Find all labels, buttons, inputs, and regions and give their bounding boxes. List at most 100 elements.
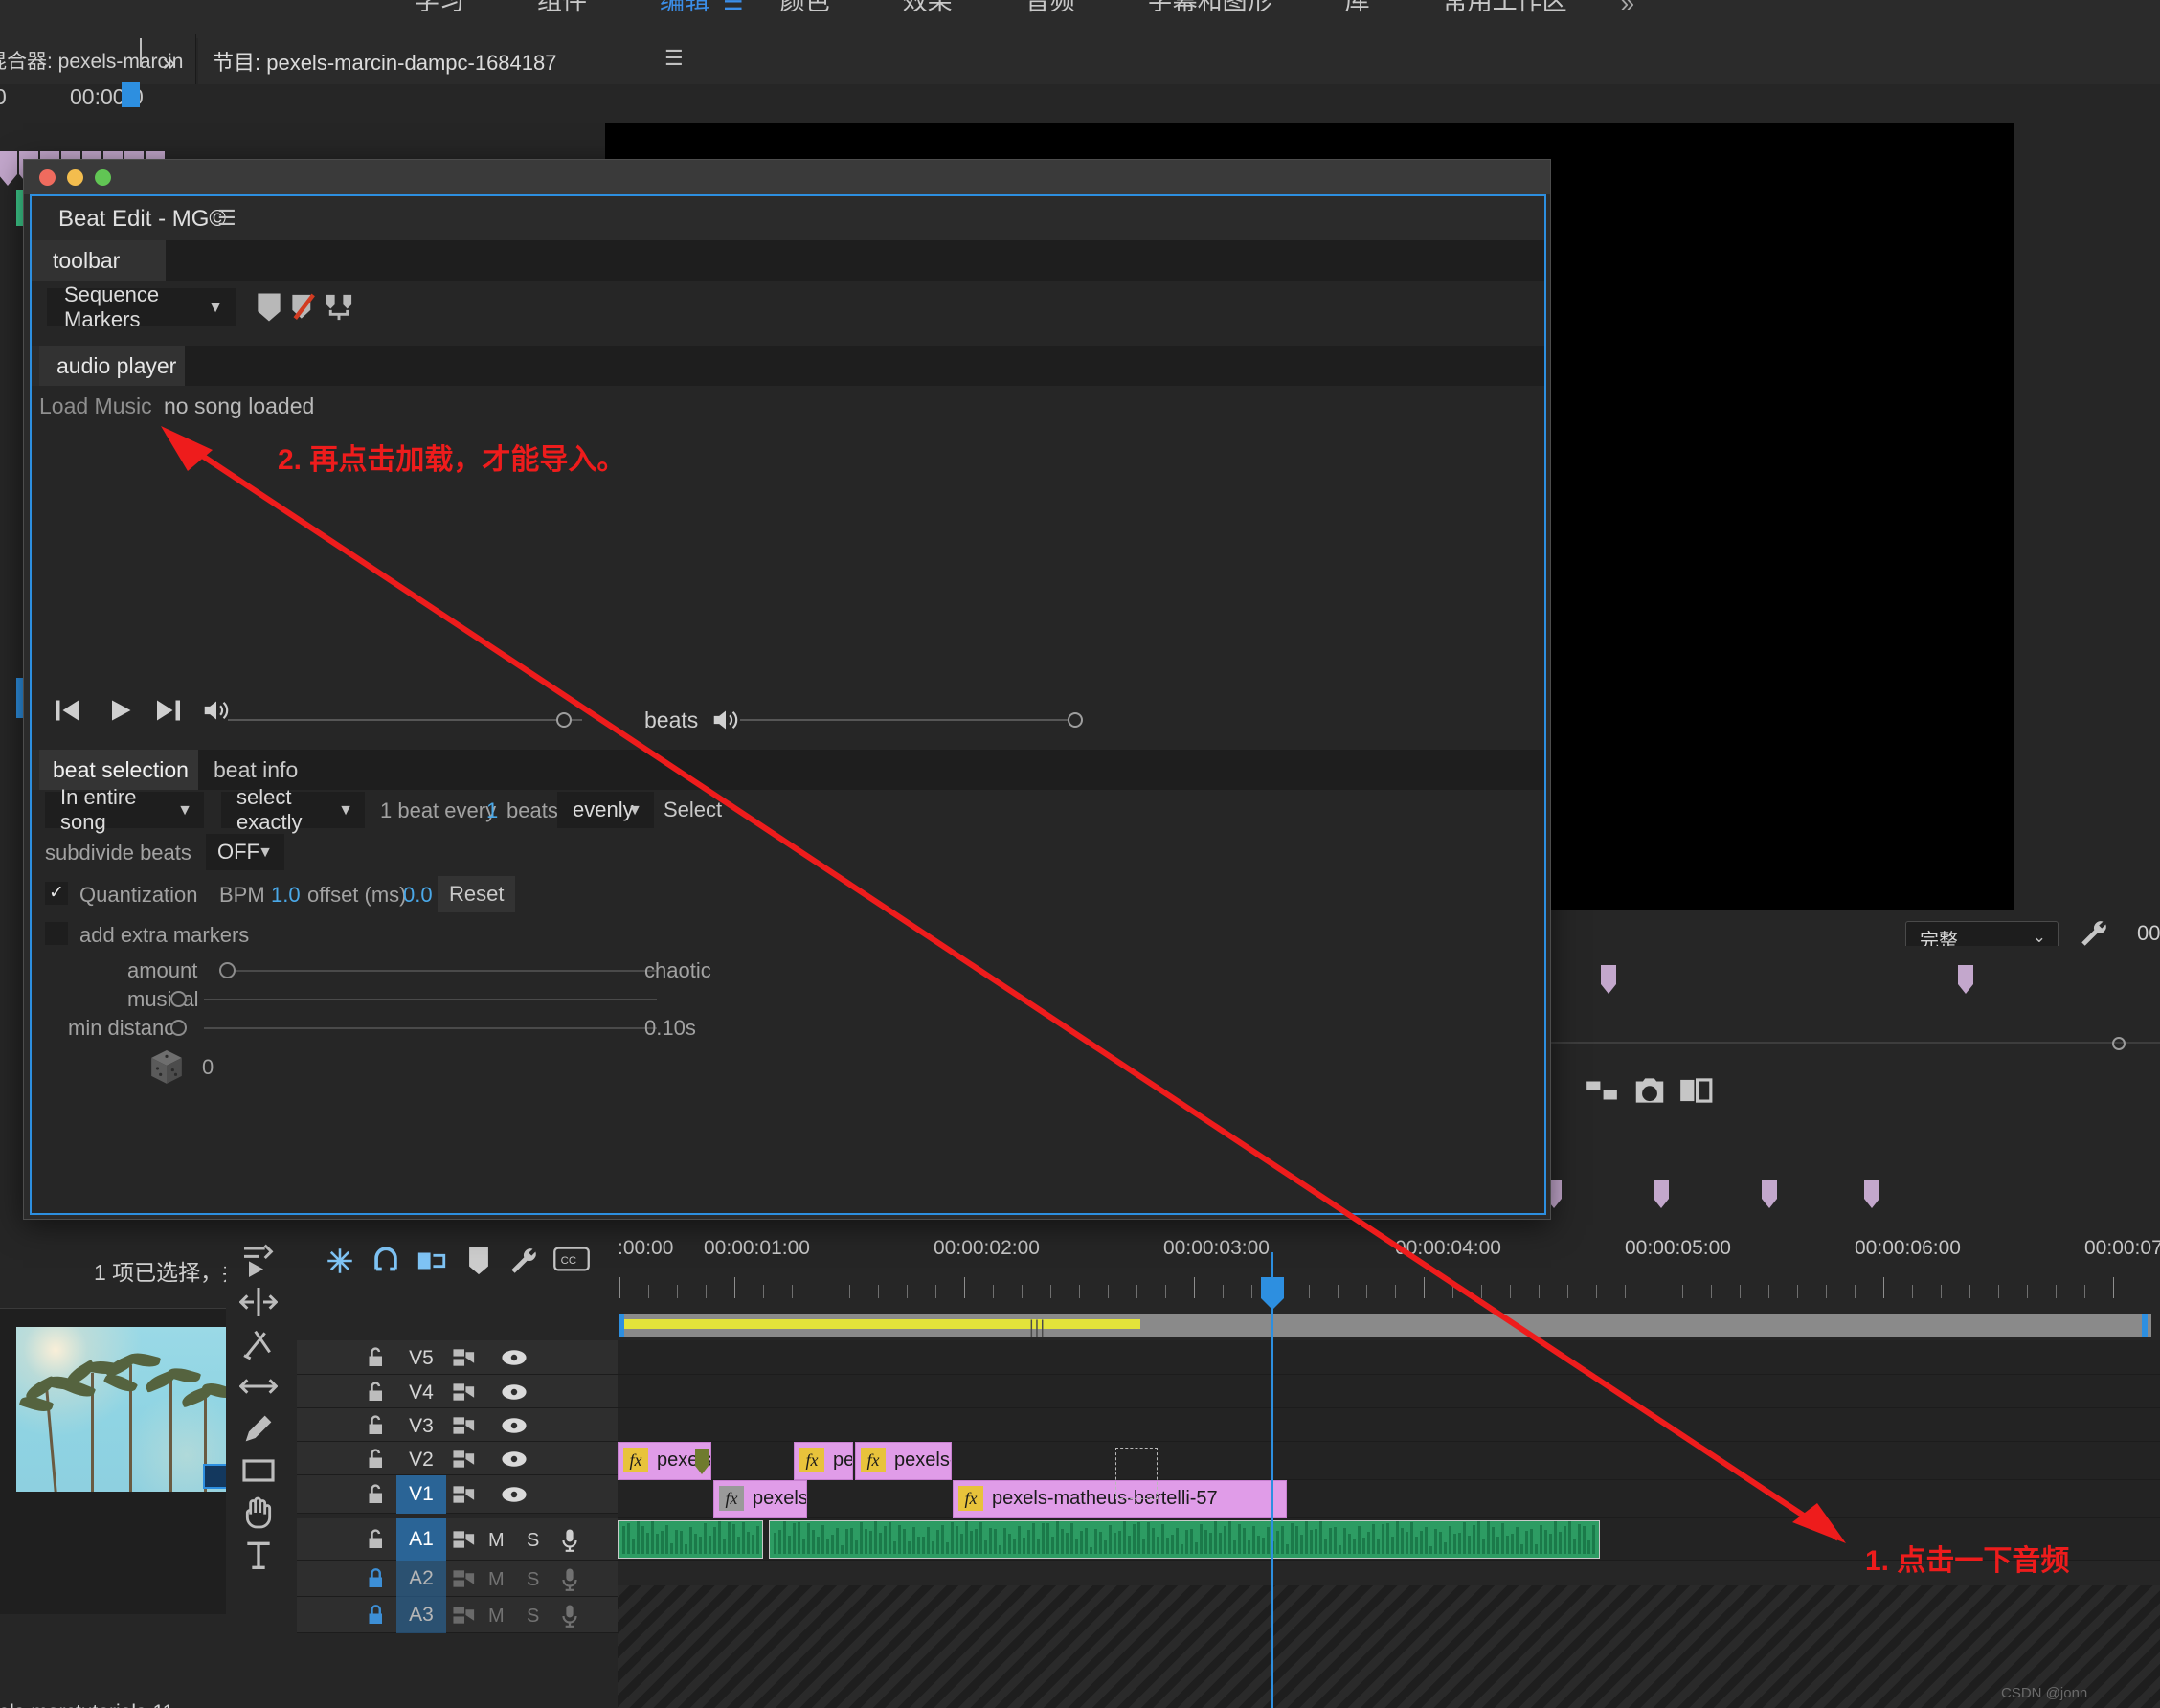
sync-lock-icon[interactable] — [452, 1415, 477, 1441]
track-name-v3[interactable]: V3 — [396, 1415, 446, 1438]
min-distance-slider-track[interactable] — [204, 1027, 657, 1029]
sync-lock-icon[interactable] — [452, 1605, 477, 1630]
clip-marker[interactable] — [695, 1449, 709, 1474]
track-lane-v3[interactable] — [618, 1408, 2160, 1442]
ripple-edit-icon[interactable] — [238, 1283, 281, 1325]
bpm-value[interactable]: 1.0 — [271, 883, 301, 908]
track-header-v1[interactable]: V1 — [297, 1475, 618, 1514]
audio-clip-a1-1[interactable]: fx — [618, 1520, 763, 1559]
mute-button-a2[interactable]: M — [488, 1569, 505, 1591]
microphone-icon[interactable] — [559, 1604, 580, 1633]
beats-volume-slider-track[interactable] — [740, 719, 1073, 721]
menu-item-library[interactable]: 库 — [1309, 0, 1406, 13]
offset-value[interactable]: 0.0 — [403, 883, 433, 908]
playhead[interactable] — [1261, 1252, 1284, 1708]
menu-item-learn[interactable]: 学习 — [378, 0, 501, 13]
reset-button[interactable]: Reset — [438, 876, 516, 912]
solo-button-a1[interactable]: S — [527, 1530, 539, 1552]
marker-split-icon[interactable] — [325, 292, 353, 327]
maximize-icon[interactable] — [95, 169, 111, 186]
timeline-ruler[interactable]: :00:00 00:00:01:00 00:00:02:00 00:00:03:… — [618, 1180, 2160, 1314]
toggle-track-output-icon[interactable] — [501, 1382, 528, 1406]
mode-select[interactable]: select exactly ▼ — [221, 785, 365, 834]
track-lane-v1[interactable]: fx pexels-m fx pexels-matheus-bertelli-5… — [618, 1448, 2160, 1518]
sync-lock-icon[interactable] — [452, 1347, 477, 1373]
scope-select[interactable]: In entire song ▼ — [45, 785, 204, 834]
playhead-handle[interactable] — [1261, 1277, 1284, 1310]
lock-icon[interactable] — [366, 1414, 387, 1442]
solo-button-a2[interactable]: S — [527, 1569, 539, 1591]
sequence-marker[interactable] — [1762, 1180, 1777, 1208]
clip-v2-2[interactable]: fx pex — [794, 1442, 853, 1480]
menu-item-captions-graphics[interactable]: 字幕和图形 — [1112, 0, 1309, 13]
amount-slider-track[interactable] — [228, 970, 657, 972]
menu-item-assembly[interactable]: 组件 — [501, 0, 623, 13]
slip-tool-icon[interactable] — [238, 1367, 281, 1409]
quantization-checkbox[interactable]: ✓ — [45, 882, 68, 905]
tab-toolbar[interactable]: toolbar — [32, 240, 166, 281]
track-name-a2[interactable]: A2 — [396, 1561, 446, 1597]
wrench-icon[interactable] — [507, 1245, 540, 1282]
lock-icon[interactable] — [366, 1528, 387, 1556]
lock-icon[interactable] — [366, 1346, 387, 1374]
track-select-forward-icon[interactable] — [239, 1239, 281, 1281]
work-area-grip[interactable]: ||| — [1029, 1317, 1046, 1337]
add-marker-icon[interactable] — [464, 1245, 493, 1282]
sync-lock-icon[interactable] — [452, 1484, 477, 1510]
hamburger-icon[interactable]: ☰ — [664, 46, 684, 71]
speaker-icon[interactable] — [711, 706, 740, 739]
window-titlebar[interactable] — [24, 160, 1550, 194]
timecode-highlight[interactable] — [122, 82, 140, 107]
marker-pen-icon[interactable] — [290, 292, 317, 327]
track-header-a1[interactable]: A1 M S — [297, 1518, 618, 1561]
sequence-marker[interactable] — [1864, 1180, 1879, 1208]
lock-icon[interactable] — [366, 1483, 387, 1511]
menu-item-audio[interactable]: 音频 — [989, 0, 1112, 13]
hand-tool-icon[interactable] — [239, 1494, 281, 1536]
mute-button-a1[interactable]: M — [488, 1530, 505, 1552]
top-menu-bar[interactable]: 学习 组件 编辑 ☰ 颜色 效果 音频 字幕和图形 库 常用工作区 » — [0, 0, 2160, 38]
play-icon[interactable] — [106, 696, 135, 730]
mixer-marker[interactable] — [0, 151, 17, 186]
toggle-track-output-icon[interactable] — [501, 1485, 528, 1509]
zoom-scroll-knob[interactable] — [2112, 1037, 2126, 1050]
comparison-view-icon[interactable] — [1677, 1072, 1714, 1113]
track-header-v3[interactable]: V3 — [297, 1408, 618, 1442]
tab-audio-player[interactable]: audio player — [39, 346, 185, 386]
musical-slider-track[interactable] — [204, 999, 657, 1000]
clip-v2-1[interactable]: fx pexels-m — [618, 1442, 711, 1480]
load-music-button[interactable]: Load Music — [39, 393, 152, 419]
solo-button-a3[interactable]: S — [527, 1606, 539, 1628]
sync-lock-icon[interactable] — [452, 1529, 477, 1555]
microphone-icon[interactable] — [559, 1567, 580, 1597]
track-header-v4[interactable]: V4 — [297, 1375, 618, 1408]
skip-to-start-icon[interactable] — [53, 696, 81, 730]
program-marker[interactable] — [1601, 965, 1616, 994]
menu-item-workspaces[interactable]: 常用工作区 — [1406, 0, 1604, 13]
volume-slider-track[interactable] — [228, 719, 582, 721]
speaker-icon[interactable] — [202, 696, 231, 730]
work-area-handle-right[interactable] — [2142, 1314, 2148, 1337]
type-tool-icon[interactable] — [239, 1536, 281, 1578]
track-header-v5[interactable]: V5 — [297, 1340, 618, 1375]
lock-icon[interactable] — [366, 1448, 387, 1475]
beat-edit-window[interactable]: Beat Edit - MG© ☰ toolbar Sequence Marke… — [23, 159, 1551, 1220]
dice-icon[interactable] — [148, 1048, 185, 1093]
every-value[interactable]: 1 — [486, 798, 498, 823]
track-name-v5[interactable]: V5 — [396, 1347, 446, 1370]
audio-clip-a1-2[interactable]: fx — [769, 1520, 1600, 1559]
min-distance-slider-knob[interactable] — [170, 1020, 187, 1036]
skip-to-end-icon[interactable] — [154, 696, 183, 730]
lock-icon[interactable] — [366, 1604, 387, 1631]
sequence-markers-select[interactable]: Sequence Markers ▼ — [47, 282, 236, 331]
lock-icon[interactable] — [366, 1567, 387, 1595]
timeline-panel[interactable]: CC :00:00 00:00:01:00 00:00:02:00 00:00:… — [297, 1180, 2160, 1708]
rectangle-tool-icon[interactable] — [239, 1451, 281, 1494]
hamburger-icon[interactable]: ☰ — [217, 206, 236, 231]
mixer-overflow-icon[interactable]: » — [163, 50, 175, 77]
track-header-v2[interactable]: V2 — [297, 1442, 618, 1475]
track-lane-v2[interactable]: fx pexels-m fx pex fx pexels-ma — [618, 1442, 2160, 1480]
razor-icon[interactable] — [239, 1325, 281, 1367]
sequence-marker[interactable] — [1654, 1180, 1669, 1208]
toggle-track-output-icon[interactable] — [501, 1348, 528, 1372]
